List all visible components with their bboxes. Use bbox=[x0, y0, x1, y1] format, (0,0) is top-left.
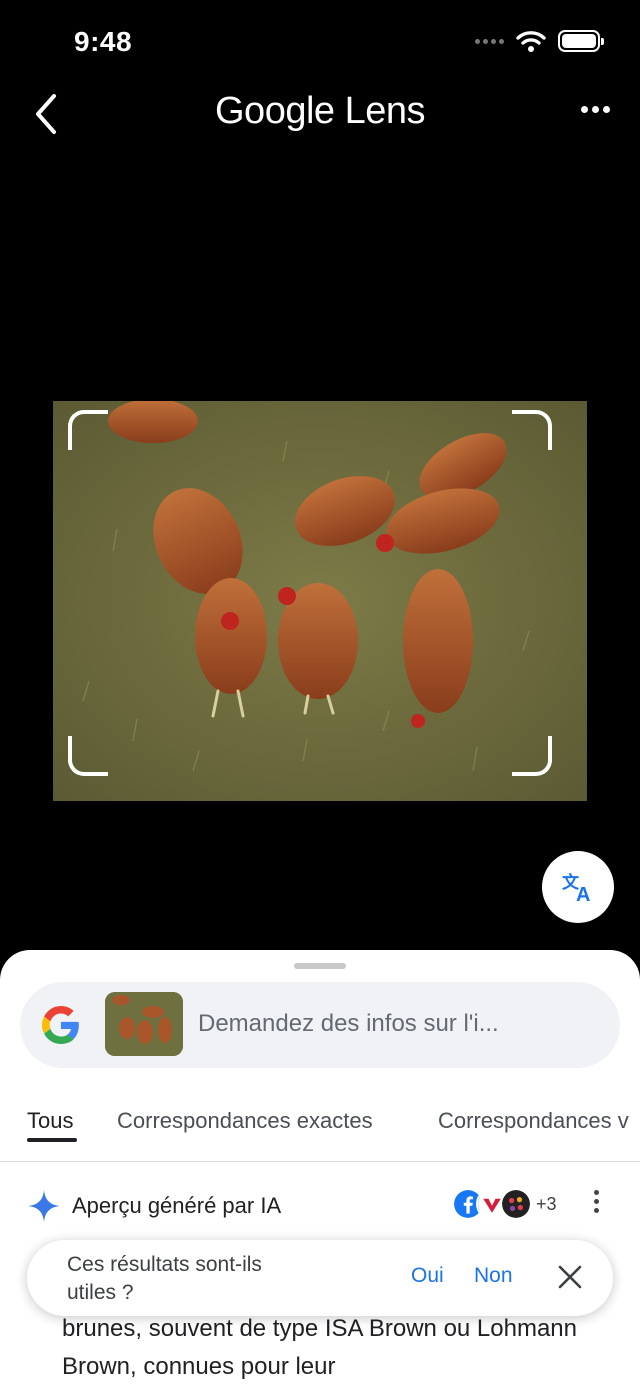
source-count: +3 bbox=[536, 1194, 557, 1214]
image-thumbnail bbox=[105, 992, 183, 1056]
close-icon[interactable] bbox=[557, 1264, 583, 1290]
translate-icon: 文 A bbox=[562, 872, 590, 904]
feedback-no-button[interactable]: Non bbox=[474, 1264, 513, 1288]
search-input[interactable]: Demandez des infos sur l'i... bbox=[198, 1010, 499, 1038]
crop-corner-bottom-right[interactable] bbox=[512, 736, 552, 776]
svg-text:A: A bbox=[576, 884, 590, 904]
google-logo-icon bbox=[42, 1006, 79, 1044]
status-icons bbox=[475, 30, 604, 52]
source-icons[interactable] bbox=[452, 1188, 532, 1220]
status-time: 9:48 bbox=[74, 26, 133, 57]
tab-tous[interactable]: Tous bbox=[27, 1108, 73, 1134]
more-options-icon[interactable] bbox=[581, 106, 610, 113]
page-title: Google Lens bbox=[215, 90, 426, 132]
feedback-question: Ces résultats sont-ils utiles ? bbox=[67, 1253, 262, 1304]
search-image[interactable] bbox=[53, 401, 587, 801]
source-site-icon bbox=[500, 1188, 532, 1220]
tab-correspondances-exactes[interactable]: Correspondances exactes bbox=[117, 1108, 373, 1134]
more-vert-icon[interactable] bbox=[594, 1190, 599, 1213]
translate-button[interactable]: 文 A bbox=[542, 851, 614, 923]
cellular-signal-icon bbox=[475, 38, 504, 44]
ai-overview-header: Aperçu généré par IA +3 bbox=[0, 1180, 640, 1230]
result-tabs: Tous Correspondances exactes Corresponda… bbox=[0, 1100, 640, 1162]
lens-screen: 9:48 Google Lens 文 A Demandez des infos … bbox=[0, 0, 640, 1386]
crop-corner-top-right[interactable] bbox=[512, 410, 552, 450]
feedback-toast: Ces résultats sont-ils utiles ? Oui Non bbox=[27, 1240, 613, 1316]
ai-sparkle-icon bbox=[28, 1190, 60, 1222]
feedback-yes-button[interactable]: Oui bbox=[411, 1264, 444, 1288]
sheet-drag-handle[interactable] bbox=[294, 963, 346, 969]
search-bar[interactable]: Demandez des infos sur l'i... bbox=[20, 982, 620, 1068]
crop-corner-bottom-left[interactable] bbox=[68, 736, 108, 776]
crop-corner-top-left[interactable] bbox=[68, 410, 108, 450]
active-tab-indicator bbox=[27, 1138, 77, 1142]
tab-correspondances-visuelles[interactable]: Correspondances v bbox=[438, 1108, 629, 1134]
results-sheet: Demandez des infos sur l'i... Tous Corre… bbox=[0, 950, 640, 1386]
battery-icon bbox=[558, 30, 604, 52]
wifi-icon bbox=[516, 31, 546, 52]
chicken-photo bbox=[53, 401, 587, 801]
ai-overview-text: brunes, souvent de type ISA Brown ou Loh… bbox=[62, 1315, 578, 1380]
ai-overview-label: Aperçu généré par IA bbox=[72, 1193, 282, 1218]
